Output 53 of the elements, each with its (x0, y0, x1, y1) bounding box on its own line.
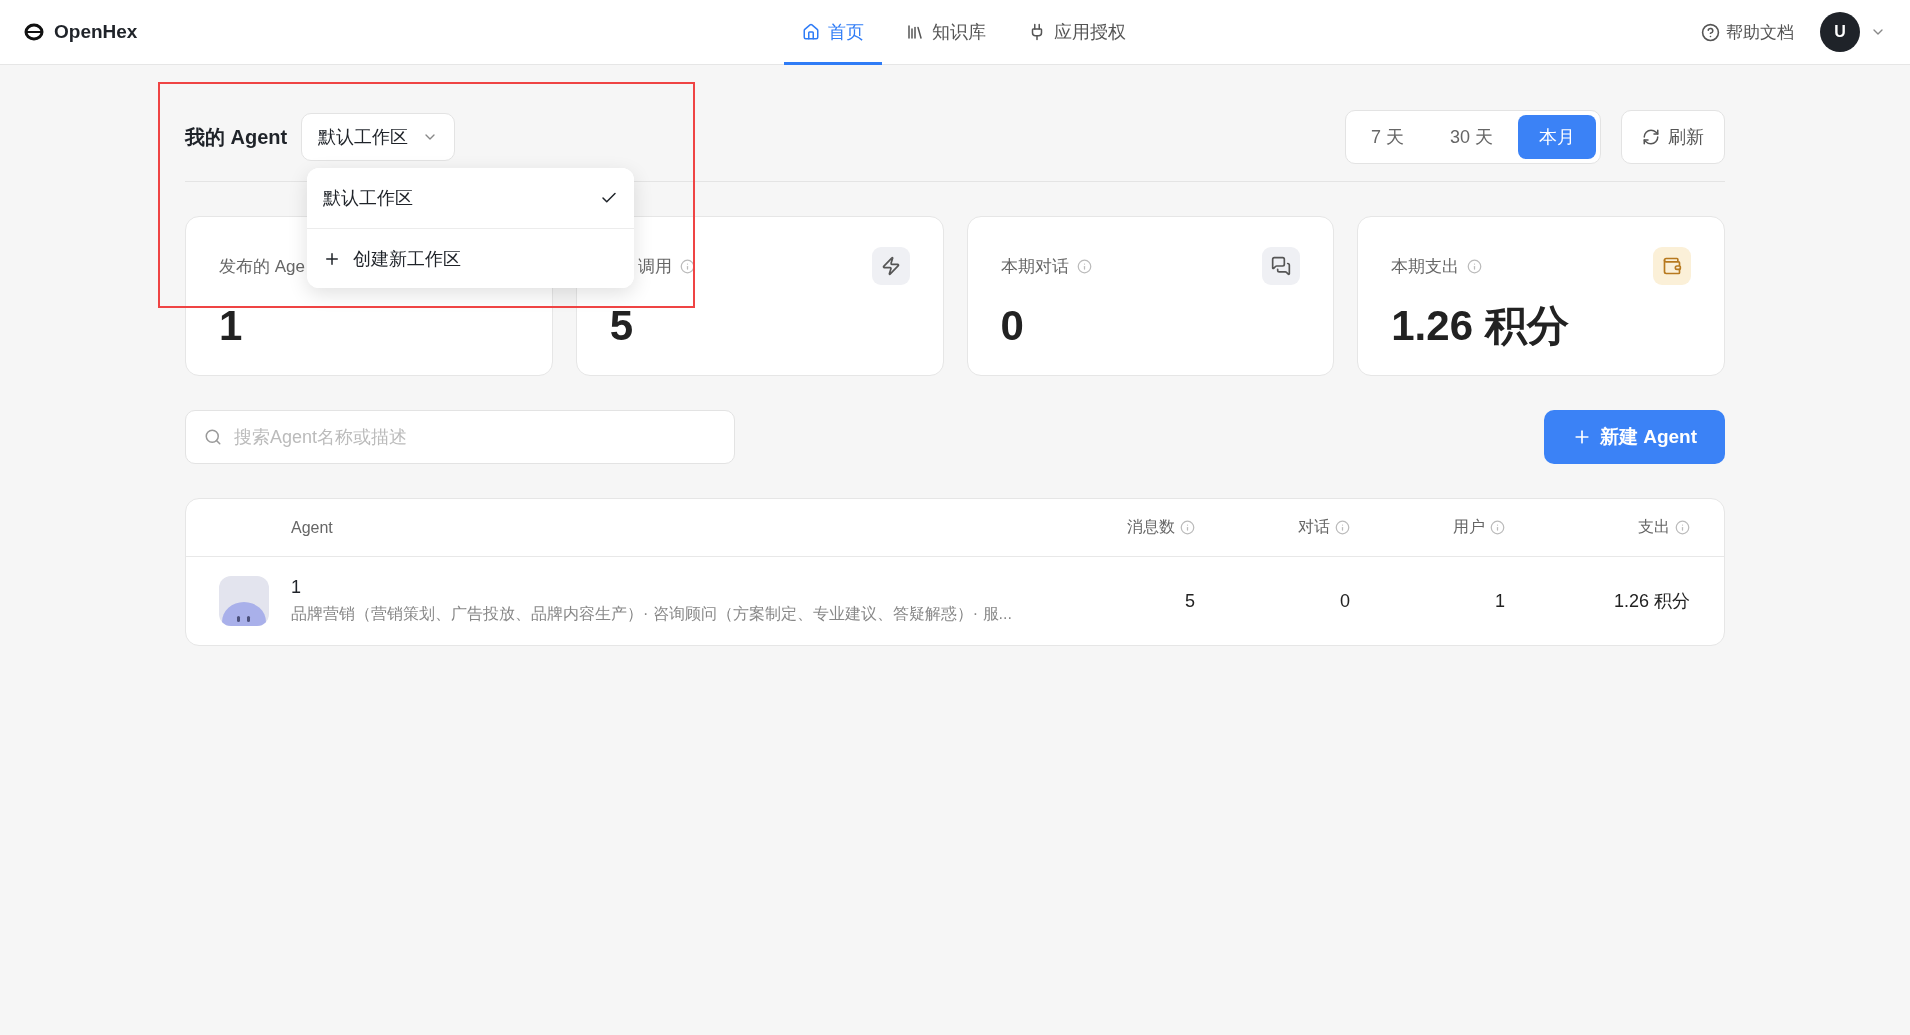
column-header: 对话 (1195, 517, 1350, 538)
stat-label: 本期对话 (1000, 255, 1069, 278)
search-field[interactable]: 搜索Agent名称或描述 (185, 410, 735, 464)
info-icon (1335, 520, 1350, 535)
stat-label: 调用 (637, 255, 672, 278)
brand-name: OpenHex (54, 21, 138, 43)
nav-tab[interactable]: 首页 (784, 0, 882, 65)
refresh-icon (1642, 128, 1660, 146)
agent-avatar (219, 576, 269, 626)
info-icon (1467, 258, 1483, 274)
stat-value: 1.26 积分 (1391, 305, 1570, 347)
agent-description: 品牌营销（营销策划、广告投放、品牌内容生产）· 咨询顾问（方案制定、专业建议、答疑解惑）· 服... (291, 604, 1013, 624)
chat-icon (1262, 247, 1301, 285)
menu-item[interactable]: 默认工作区 (307, 168, 634, 228)
column-header: Agent (291, 518, 334, 537)
wallet-icon (1653, 247, 1691, 285)
column-header: 用户 (1350, 517, 1505, 538)
page-title: 我的 Agent (185, 124, 288, 150)
info-icon (1675, 520, 1690, 535)
help-icon (1701, 22, 1720, 42)
table-cell-text: 1.26 积分 (1612, 590, 1690, 613)
info-icon (1076, 258, 1092, 274)
menu-item[interactable]: 创建新工作区 (307, 228, 634, 288)
lightning-icon (871, 247, 910, 285)
nav-tab[interactable]: 应用授权 (1010, 0, 1144, 65)
stat-value: 0 (1000, 305, 1025, 347)
table-cell-text: 0 (1339, 590, 1350, 612)
refresh-button[interactable]: 刷新 (1621, 110, 1725, 164)
logo-icon (24, 22, 44, 42)
info-icon (679, 258, 695, 274)
stat-label: 本期支出 (1391, 255, 1460, 278)
range-tab[interactable]: 30 天 (1428, 115, 1514, 159)
new-agent-button[interactable]: 新建 Agent (1543, 410, 1725, 464)
nav-tab[interactable]: 知识库 (888, 0, 1004, 65)
table-cell-text: 1 (1494, 590, 1505, 612)
range-tab[interactable]: 7 天 (1349, 115, 1425, 159)
search-input[interactable]: 搜索Agent名称或描述 (232, 425, 716, 449)
stat-value: 5 (609, 305, 635, 347)
user-avatar[interactable]: U (1820, 12, 1860, 52)
search-icon (204, 428, 222, 446)
info-icon (1490, 520, 1505, 535)
stat-label: 发布的 Age (219, 255, 305, 278)
column-header: 消息数 (1055, 517, 1195, 538)
stat-value: 1 (219, 305, 244, 347)
range-tab[interactable]: 本月 (1518, 115, 1596, 159)
table-cell-text: 5 (1184, 590, 1195, 612)
column-header: 支出 (1505, 517, 1690, 538)
agent-name: 1 (291, 577, 302, 598)
workspace-select[interactable]: 默认工作区 (301, 113, 456, 161)
info-icon (1180, 520, 1195, 535)
home-icon (802, 23, 820, 41)
help-link[interactable]: 帮助文档 (1695, 19, 1800, 45)
books-icon (906, 23, 924, 41)
